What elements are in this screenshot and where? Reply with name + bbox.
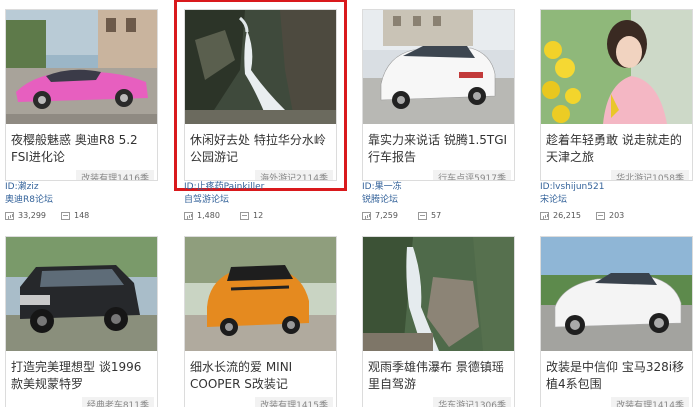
- card-meta: ID:濑ziz 奥迪R8论坛 33,299 148: [5, 181, 165, 222]
- article-card[interactable]: 趁着年轻勇敢 说走就走的天津之旅 华北游记1058季: [540, 9, 693, 181]
- card-stats: 26,215 203: [540, 209, 700, 222]
- category-tag[interactable]: 经典老车811季: [81, 397, 154, 407]
- article-grid: 夜樱般魅惑 奥迪R8 5.2 FSI进化论 改装有理1416季 ID:濑ziz …: [0, 0, 700, 407]
- views-count: 26,215: [553, 211, 581, 220]
- article-card[interactable]: 改装是中信仰 宝马328i移植4系包围 改装有理1414季: [540, 236, 693, 407]
- comments-count: 12: [253, 211, 264, 220]
- card-title[interactable]: 打造完美理想型 谈1996款美规蒙特罗: [11, 359, 153, 393]
- thumbnail-waterfall[interactable]: [185, 10, 336, 124]
- category-tag[interactable]: 改装有理1414季: [611, 397, 689, 407]
- category-tag[interactable]: 海外游记2114季: [255, 170, 333, 180]
- author-id[interactable]: ID:lvshijun521: [540, 181, 700, 194]
- card-title[interactable]: 趁着年轻勇敢 说走就走的天津之旅: [546, 132, 688, 166]
- card-meta: ID:止疼药Painkiller 自驾游论坛 1,480 12: [184, 181, 344, 222]
- category-tag[interactable]: 华北游记1058季: [611, 170, 689, 180]
- thumbnail-white-suv[interactable]: [363, 10, 514, 124]
- thumbnail-black-pajero[interactable]: [6, 237, 157, 351]
- category-tag[interactable]: 改装有理1415季: [255, 397, 333, 407]
- views-count: 33,299: [18, 211, 46, 220]
- views-count: 1,480: [197, 211, 220, 220]
- comments-icon: [61, 211, 70, 220]
- forum-link[interactable]: 奥迪R8论坛: [5, 194, 165, 207]
- comments-icon: [418, 211, 427, 220]
- category-tag[interactable]: 行车点评5917季: [433, 170, 511, 180]
- author-id[interactable]: ID:果一冻: [362, 181, 522, 194]
- card-title[interactable]: 观雨季雄伟瀑布 景德镇瑶里自驾游: [368, 359, 510, 393]
- article-card[interactable]: 打造完美理想型 谈1996款美规蒙特罗 经典老车811季: [5, 236, 158, 407]
- article-card[interactable]: 观雨季雄伟瀑布 景德镇瑶里自驾游 华东游记1306季: [362, 236, 515, 407]
- thumbnail-white-bmw[interactable]: [541, 237, 692, 351]
- card-title[interactable]: 休闲好去处 特拉华分水岭公园游记: [190, 132, 332, 166]
- thumbnail-girl-flowers[interactable]: [541, 10, 692, 124]
- views-icon: [184, 211, 193, 220]
- forum-link[interactable]: 自驾游论坛: [184, 194, 344, 207]
- card-title[interactable]: 靠实力来说话 锐腾1.5TGI行车报告: [368, 132, 510, 166]
- card-meta: ID:lvshijun521 宋论坛 26,215 203: [540, 181, 700, 222]
- article-card[interactable]: 细水长流的爱 MINI COOPER S改装记 改装有理1415季: [184, 236, 337, 407]
- views-icon: [5, 211, 14, 220]
- article-card-selected[interactable]: 休闲好去处 特拉华分水岭公园游记 海外游记2114季: [174, 0, 347, 191]
- thumbnail-mountain-waterfall[interactable]: [363, 237, 514, 351]
- author-id[interactable]: ID:止疼药Painkiller: [184, 181, 344, 194]
- card-stats: 1,480 12: [184, 209, 344, 222]
- category-tag[interactable]: 华东游记1306季: [433, 397, 511, 407]
- views-count: 7,259: [375, 211, 398, 220]
- thumbnail-orange-mini[interactable]: [185, 237, 336, 351]
- card-stats: 7,259 57: [362, 209, 522, 222]
- card-title[interactable]: 细水长流的爱 MINI COOPER S改装记: [190, 359, 332, 393]
- comments-count: 203: [609, 211, 625, 220]
- views-icon: [362, 211, 371, 220]
- comments-icon: [240, 211, 249, 220]
- comments-count: 57: [431, 211, 442, 220]
- forum-link[interactable]: 宋论坛: [540, 194, 700, 207]
- comments-icon: [596, 211, 605, 220]
- card-title[interactable]: 夜樱般魅惑 奥迪R8 5.2 FSI进化论: [11, 132, 153, 166]
- article-card[interactable]: 靠实力来说话 锐腾1.5TGI行车报告 行车点评5917季: [362, 9, 515, 181]
- author-id[interactable]: ID:濑ziz: [5, 181, 165, 194]
- forum-link[interactable]: 锐腾论坛: [362, 194, 522, 207]
- article-card[interactable]: 夜樱般魅惑 奥迪R8 5.2 FSI进化论 改装有理1416季: [5, 9, 158, 181]
- card-title[interactable]: 改装是中信仰 宝马328i移植4系包围: [546, 359, 688, 393]
- views-icon: [540, 211, 549, 220]
- thumbnail-pink-audi-r8[interactable]: [6, 10, 157, 124]
- category-tag[interactable]: 改装有理1416季: [76, 170, 154, 180]
- comments-count: 148: [74, 211, 90, 220]
- card-meta: ID:果一冻 锐腾论坛 7,259 57: [362, 181, 522, 222]
- card-stats: 33,299 148: [5, 209, 165, 222]
